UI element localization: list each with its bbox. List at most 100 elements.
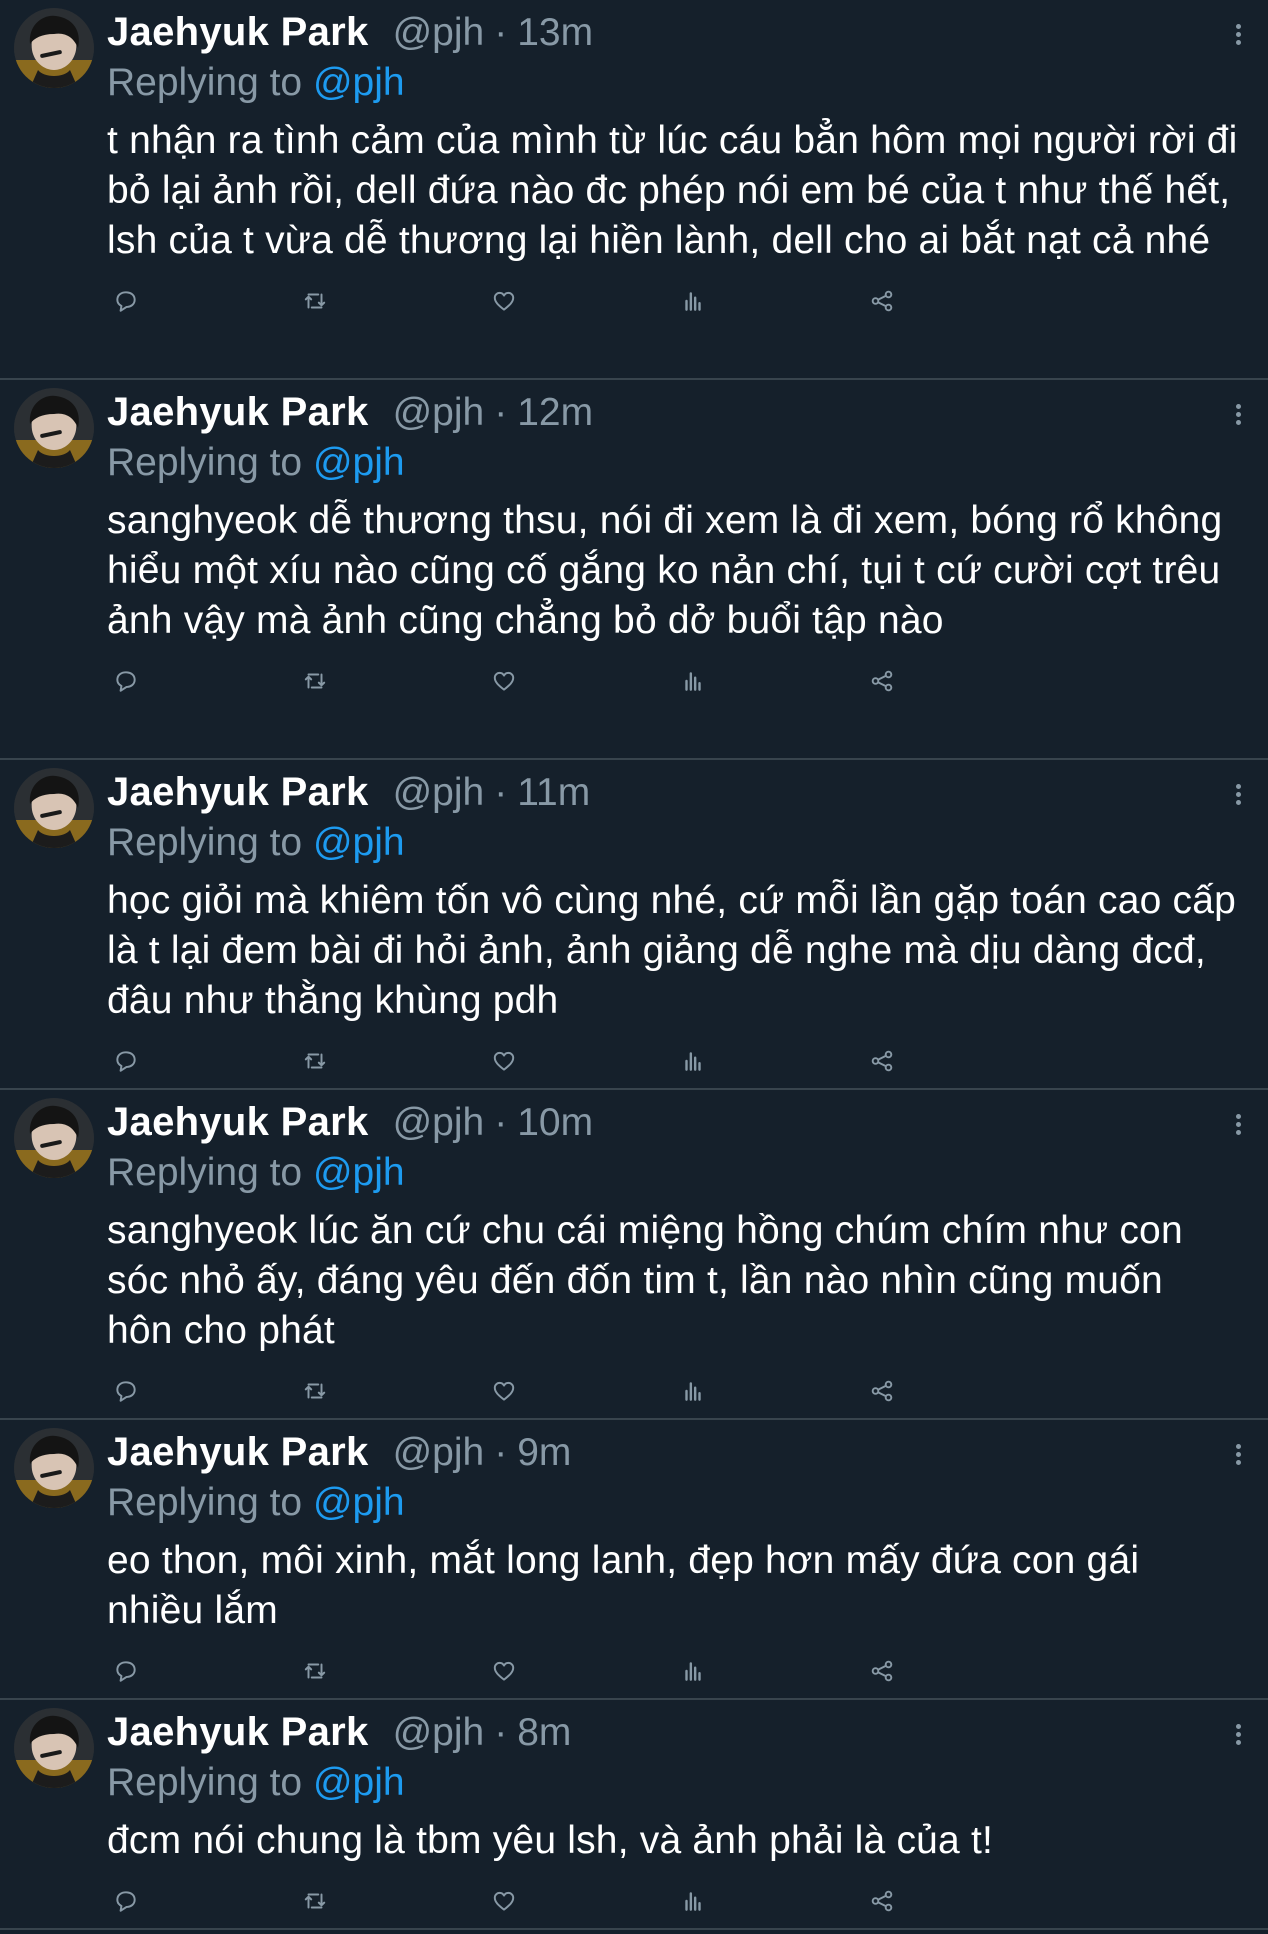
- more-options-icon[interactable]: [1236, 1114, 1242, 1136]
- tweet[interactable]: Jaehyuk Park @pjh · 12m Replying to @pjh…: [0, 380, 1268, 760]
- author-handle[interactable]: @pjh: [393, 1097, 485, 1149]
- share-icon[interactable]: [869, 1888, 895, 1914]
- tweet-timestamp[interactable]: 8m: [517, 1707, 571, 1759]
- reply-icon[interactable]: [113, 1888, 139, 1914]
- separator-dot: ·: [494, 771, 508, 814]
- heart-icon[interactable]: [491, 1378, 517, 1404]
- replying-to-mention[interactable]: @pjh: [313, 1481, 405, 1524]
- share-icon[interactable]: [869, 288, 895, 314]
- more-options-icon[interactable]: [1236, 24, 1242, 46]
- more-options-icon[interactable]: [1236, 1444, 1242, 1466]
- replying-to-mention[interactable]: @pjh: [313, 61, 405, 104]
- tweet-actions: [107, 1648, 1238, 1704]
- analytics-icon[interactable]: [680, 1658, 706, 1684]
- tweet-content: Jaehyuk Park @pjh · 8m Replying to @pjh …: [107, 1706, 1238, 1934]
- profile-photo-icon: [14, 1098, 94, 1178]
- replying-to-mention[interactable]: @pjh: [313, 1151, 405, 1194]
- avatar[interactable]: [14, 388, 94, 468]
- heart-icon[interactable]: [491, 1048, 517, 1074]
- heart-icon[interactable]: [491, 1658, 517, 1684]
- tweet-timestamp[interactable]: 11m: [517, 767, 590, 819]
- heart-icon[interactable]: [491, 288, 517, 314]
- replying-to-mention[interactable]: @pjh: [313, 1761, 405, 1804]
- author-name[interactable]: Jaehyuk Park: [107, 1096, 369, 1148]
- author-handle[interactable]: @pjh: [393, 1427, 485, 1479]
- analytics-icon[interactable]: [680, 288, 706, 314]
- author-handle[interactable]: @pjh: [393, 7, 485, 59]
- separator-dot: ·: [494, 391, 508, 434]
- author-name[interactable]: Jaehyuk Park: [107, 1706, 369, 1758]
- share-icon[interactable]: [869, 668, 895, 694]
- replying-to-label: Replying to: [107, 1761, 313, 1804]
- retweet-icon[interactable]: [302, 1048, 328, 1074]
- replying-to-line: Replying to @pjh: [107, 818, 1238, 868]
- author-handle[interactable]: @pjh: [393, 387, 485, 439]
- tweet-timestamp[interactable]: 12m: [517, 387, 593, 439]
- more-options-icon[interactable]: [1236, 404, 1242, 426]
- replying-to-label: Replying to: [107, 61, 313, 104]
- retweet-icon[interactable]: [302, 1888, 328, 1914]
- reply-icon[interactable]: [113, 668, 139, 694]
- tweet-actions: [107, 278, 1238, 334]
- tweet-thread: Jaehyuk Park @pjh · 13m Replying to @pjh…: [0, 0, 1268, 1930]
- tweet-text: học giỏi mà khiêm tốn vô cùng nhé, cứ mỗ…: [107, 879, 1237, 1022]
- reply-icon[interactable]: [113, 288, 139, 314]
- share-icon[interactable]: [869, 1378, 895, 1404]
- profile-photo-icon: [14, 1708, 94, 1788]
- author-name[interactable]: Jaehyuk Park: [107, 6, 369, 58]
- replying-to-mention[interactable]: @pjh: [313, 821, 405, 864]
- analytics-icon[interactable]: [680, 1378, 706, 1404]
- replying-to-mention[interactable]: @pjh: [313, 441, 405, 484]
- avatar[interactable]: [14, 8, 94, 88]
- retweet-icon[interactable]: [302, 288, 328, 314]
- avatar[interactable]: [14, 1098, 94, 1178]
- reply-icon[interactable]: [113, 1378, 139, 1404]
- tweet-header: Jaehyuk Park @pjh · 10m: [107, 1096, 1238, 1148]
- tweet-header: Jaehyuk Park @pjh · 13m: [107, 6, 1238, 58]
- avatar[interactable]: [14, 1708, 94, 1788]
- analytics-icon[interactable]: [680, 1888, 706, 1914]
- retweet-icon[interactable]: [302, 1378, 328, 1404]
- tweet[interactable]: Jaehyuk Park @pjh · 11m Replying to @pjh…: [0, 760, 1268, 1090]
- heart-icon[interactable]: [491, 1888, 517, 1914]
- tweet[interactable]: Jaehyuk Park @pjh · 9m Replying to @pjh …: [0, 1420, 1268, 1700]
- tweet[interactable]: Jaehyuk Park @pjh · 10m Replying to @pjh…: [0, 1090, 1268, 1420]
- tweet-content: Jaehyuk Park @pjh · 12m Replying to @pjh…: [107, 386, 1238, 714]
- reply-icon[interactable]: [113, 1658, 139, 1684]
- analytics-icon[interactable]: [680, 668, 706, 694]
- replying-to-line: Replying to @pjh: [107, 438, 1238, 488]
- tweet[interactable]: Jaehyuk Park @pjh · 8m Replying to @pjh …: [0, 1700, 1268, 1930]
- author-name[interactable]: Jaehyuk Park: [107, 1426, 369, 1478]
- retweet-icon[interactable]: [302, 668, 328, 694]
- tweet[interactable]: Jaehyuk Park @pjh · 13m Replying to @pjh…: [0, 0, 1268, 380]
- retweet-icon[interactable]: [302, 1658, 328, 1684]
- heart-icon[interactable]: [491, 668, 517, 694]
- profile-photo-icon: [14, 8, 94, 88]
- tweet-content: Jaehyuk Park @pjh · 11m Replying to @pjh…: [107, 766, 1238, 1094]
- more-options-icon[interactable]: [1236, 784, 1242, 806]
- replying-to-label: Replying to: [107, 821, 313, 864]
- author-name[interactable]: Jaehyuk Park: [107, 766, 369, 818]
- reply-icon[interactable]: [113, 1048, 139, 1074]
- tweet-text: eo thon, môi xinh, mắt long lanh, đẹp hơ…: [107, 1539, 1140, 1632]
- tweet-timestamp[interactable]: 9m: [517, 1427, 571, 1479]
- avatar[interactable]: [14, 768, 94, 848]
- more-options-icon[interactable]: [1236, 1724, 1242, 1746]
- tweet-text: sanghyeok lúc ăn cứ chu cái miệng hồng c…: [107, 1209, 1183, 1352]
- tweet-header: Jaehyuk Park @pjh · 11m: [107, 766, 1238, 818]
- replying-to-label: Replying to: [107, 1151, 313, 1194]
- tweet-timestamp[interactable]: 13m: [517, 7, 593, 59]
- author-name[interactable]: Jaehyuk Park: [107, 386, 369, 438]
- replying-to-label: Replying to: [107, 441, 313, 484]
- tweet-content: Jaehyuk Park @pjh · 10m Replying to @pjh…: [107, 1096, 1238, 1424]
- tweet-actions: [107, 1368, 1238, 1424]
- avatar[interactable]: [14, 1428, 94, 1508]
- analytics-icon[interactable]: [680, 1048, 706, 1074]
- author-handle[interactable]: @pjh: [393, 767, 485, 819]
- profile-photo-icon: [14, 1428, 94, 1508]
- separator-dot: ·: [494, 11, 508, 54]
- author-handle[interactable]: @pjh: [393, 1707, 485, 1759]
- share-icon[interactable]: [869, 1048, 895, 1074]
- share-icon[interactable]: [869, 1658, 895, 1684]
- tweet-timestamp[interactable]: 10m: [517, 1097, 593, 1149]
